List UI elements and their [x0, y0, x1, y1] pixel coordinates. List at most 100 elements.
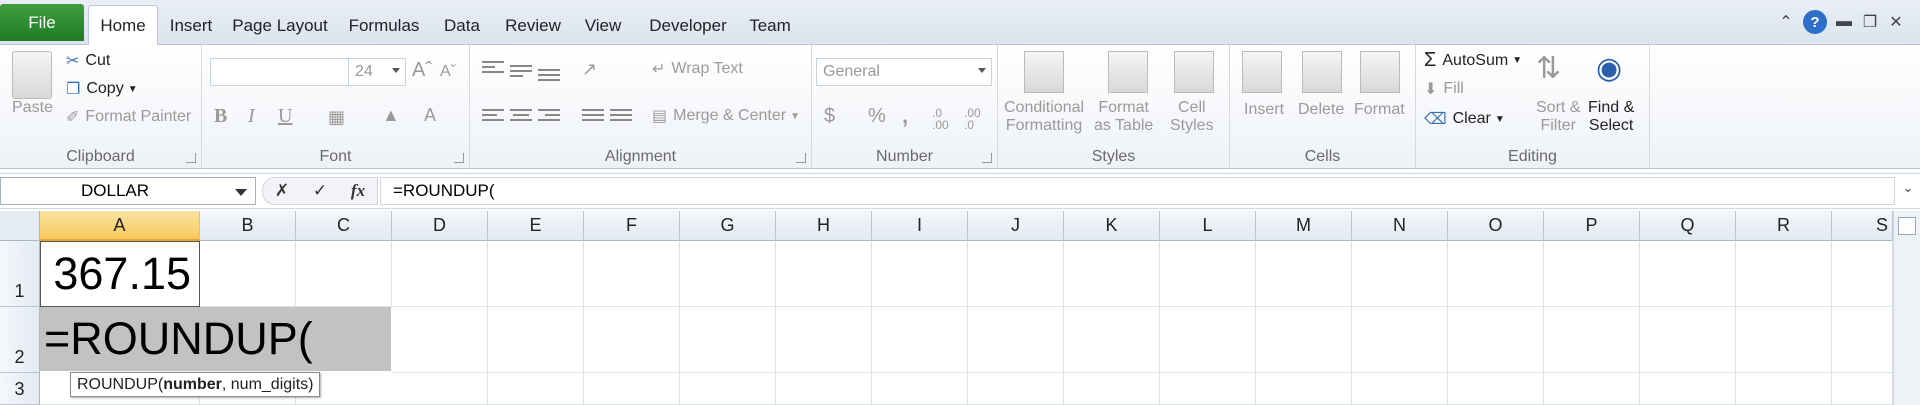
format-painter-button[interactable]: ✐ Format Painter: [66, 107, 191, 127]
tab-review[interactable]: Review: [500, 6, 566, 45]
delete-cells-button[interactable]: Delete: [1298, 101, 1344, 119]
clear-button[interactable]: ⌫ Clear ▼: [1424, 109, 1505, 129]
cell-a1[interactable]: 367.15: [40, 241, 200, 307]
cancel-icon[interactable]: ✗: [275, 181, 289, 201]
conditional-formatting-icon[interactable]: [1024, 51, 1064, 93]
dialog-launcher-icon[interactable]: [454, 153, 464, 163]
column-header-m[interactable]: M: [1256, 211, 1352, 241]
insert-cells-icon[interactable]: [1242, 51, 1282, 93]
comma-button[interactable]: ,: [902, 103, 908, 129]
dialog-launcher-icon[interactable]: [982, 153, 992, 163]
dialog-launcher-icon[interactable]: [186, 153, 196, 163]
file-tab[interactable]: File: [0, 4, 84, 41]
column-header-j[interactable]: J: [968, 211, 1064, 241]
formula-input[interactable]: =ROUNDUP(: [380, 177, 1895, 205]
bold-button[interactable]: B: [214, 105, 227, 128]
align-bottom-icon[interactable]: [538, 69, 560, 85]
select-all-corner[interactable]: [0, 211, 40, 241]
column-header-q[interactable]: Q: [1640, 211, 1736, 241]
ribbon-collapse-icon[interactable]: ⌃: [1776, 10, 1796, 34]
column-header-n[interactable]: N: [1352, 211, 1448, 241]
column-header-b[interactable]: B: [200, 211, 296, 241]
row-1-empty-cells[interactable]: [392, 241, 1893, 307]
paste-icon[interactable]: [12, 51, 52, 99]
row-header-3[interactable]: 3: [0, 373, 40, 405]
fill-color-icon[interactable]: ▲: [382, 105, 400, 126]
vertical-scrollbar[interactable]: [1893, 211, 1920, 405]
column-header-l[interactable]: L: [1160, 211, 1256, 241]
font-size-select[interactable]: 24: [348, 58, 406, 86]
orientation-icon[interactable]: ↗: [582, 59, 597, 80]
sort-filter-button[interactable]: Sort & Filter: [1536, 99, 1580, 135]
column-header-p[interactable]: P: [1544, 211, 1640, 241]
column-header-h[interactable]: H: [776, 211, 872, 241]
delete-cells-icon[interactable]: [1302, 51, 1342, 93]
tooltip-function-name[interactable]: ROUNDUP(: [77, 376, 163, 394]
cell-b1[interactable]: [200, 241, 296, 307]
copy-button[interactable]: ❐ Copy ▼: [66, 79, 138, 99]
tab-data[interactable]: Data: [438, 6, 486, 45]
shrink-font-icon[interactable]: Aˇ: [440, 63, 456, 81]
tab-page-layout[interactable]: Page Layout: [230, 6, 330, 45]
tab-home[interactable]: Home: [88, 5, 158, 46]
format-cells-icon[interactable]: [1360, 51, 1400, 93]
minimize-icon[interactable]: ▬: [1834, 10, 1854, 34]
underline-button[interactable]: U: [278, 105, 292, 128]
enter-check-icon[interactable]: ✓: [313, 181, 327, 201]
font-name-select[interactable]: [210, 58, 350, 86]
name-box[interactable]: DOLLAR: [0, 177, 256, 205]
scrollbar-split-handle[interactable]: [1898, 217, 1916, 235]
column-header-k[interactable]: K: [1064, 211, 1160, 241]
grow-font-icon[interactable]: Aˆ: [412, 59, 432, 82]
column-header-e[interactable]: E: [488, 211, 584, 241]
wrap-text-button[interactable]: ↵ Wrap Text: [652, 59, 743, 79]
row-2-empty-cells[interactable]: [392, 307, 1893, 373]
close-icon[interactable]: ✕: [1886, 10, 1906, 34]
format-cells-button[interactable]: Format: [1354, 101, 1405, 119]
format-as-table-button[interactable]: Format as Table: [1094, 99, 1153, 135]
insert-function-button[interactable]: fx: [351, 181, 365, 201]
column-header-c[interactable]: C: [296, 211, 392, 241]
tab-insert[interactable]: Insert: [164, 6, 218, 45]
cell-styles-button[interactable]: Cell Styles: [1170, 99, 1214, 135]
column-header-i[interactable]: I: [872, 211, 968, 241]
increase-decimal-button[interactable]: .0 .00: [932, 107, 958, 131]
column-header-s[interactable]: S: [1832, 211, 1893, 241]
align-middle-icon[interactable]: [510, 65, 532, 81]
align-top-icon[interactable]: [482, 61, 504, 77]
borders-icon[interactable]: ▦: [328, 107, 345, 128]
column-header-f[interactable]: F: [584, 211, 680, 241]
paste-button[interactable]: Paste: [12, 99, 53, 117]
align-right-icon[interactable]: [538, 109, 560, 125]
autosum-button[interactable]: Σ AutoSum ▼: [1424, 49, 1522, 72]
help-icon[interactable]: ?: [1802, 10, 1828, 34]
conditional-formatting-button[interactable]: Conditional Formatting: [1004, 99, 1084, 135]
decrease-indent-icon[interactable]: [582, 109, 604, 125]
tab-view[interactable]: View: [578, 6, 628, 45]
fill-button[interactable]: ⬇ Fill: [1424, 79, 1464, 99]
column-header-r[interactable]: R: [1736, 211, 1832, 241]
column-header-o[interactable]: O: [1448, 211, 1544, 241]
align-center-icon[interactable]: [510, 109, 532, 125]
column-header-d[interactable]: D: [392, 211, 488, 241]
expand-formula-bar-icon[interactable]: ⌄: [1900, 180, 1916, 202]
find-select-button[interactable]: Find & Select: [1588, 99, 1634, 135]
currency-button[interactable]: $: [824, 105, 835, 128]
number-format-select[interactable]: General: [816, 58, 992, 86]
column-header-a[interactable]: A: [40, 211, 200, 241]
cell-c1[interactable]: [296, 241, 392, 307]
tab-developer[interactable]: Developer: [642, 6, 734, 45]
italic-button[interactable]: I: [248, 105, 255, 128]
tooltip-current-argument[interactable]: number: [163, 376, 222, 394]
align-left-icon[interactable]: [482, 109, 504, 125]
row-header-2[interactable]: 2: [0, 307, 40, 373]
insert-cells-button[interactable]: Insert: [1244, 101, 1284, 119]
cell-a2-editing[interactable]: =ROUNDUP(: [40, 307, 391, 371]
percent-button[interactable]: %: [868, 105, 886, 128]
merge-center-button[interactable]: ▤ Merge & Center ▼: [652, 106, 800, 126]
column-header-g[interactable]: G: [680, 211, 776, 241]
row-header-1[interactable]: 1: [0, 241, 40, 307]
sort-filter-icon[interactable]: ⇅: [1536, 51, 1561, 86]
tab-team[interactable]: Team: [746, 6, 794, 45]
decrease-decimal-button[interactable]: .00 .0: [964, 107, 990, 131]
